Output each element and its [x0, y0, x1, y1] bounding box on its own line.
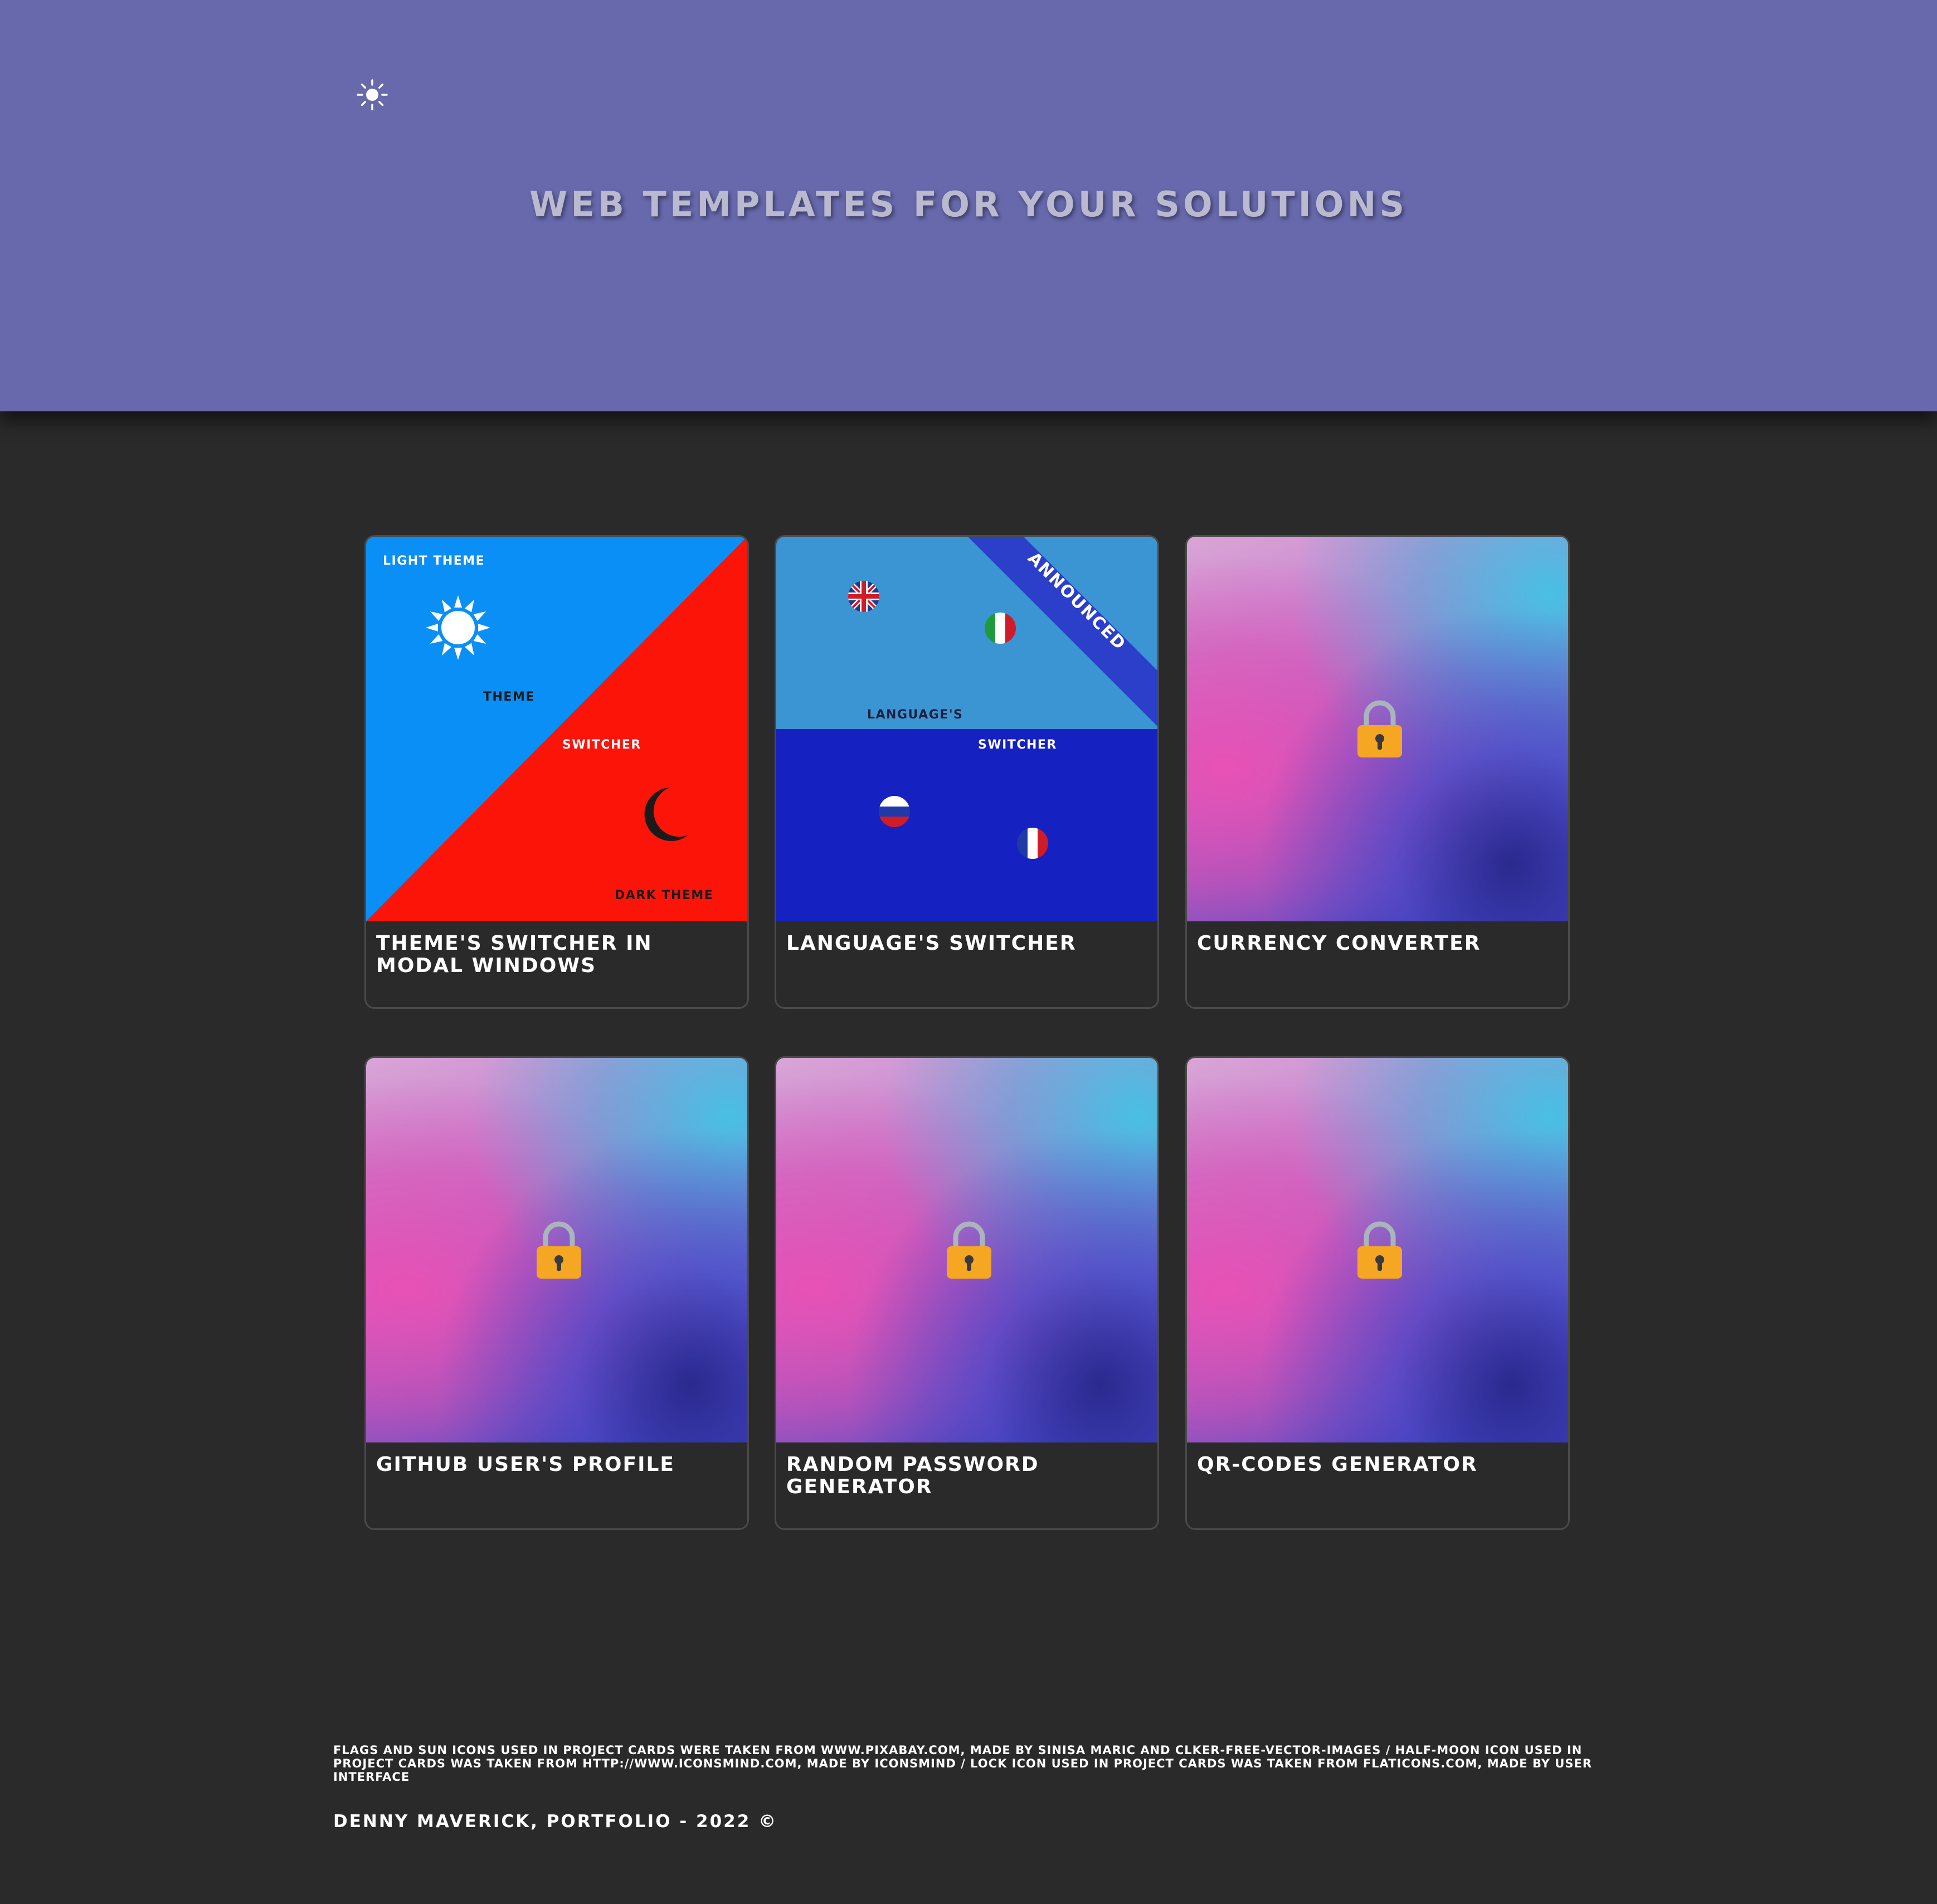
sun-icon[interactable] — [356, 78, 389, 111]
card-image[interactable] — [1187, 1058, 1568, 1442]
dark-theme-label: DARK THEME — [615, 888, 713, 902]
lock-icon — [1357, 700, 1402, 757]
card-title: RANDOM PASSWORD GENERATOR — [786, 1453, 1039, 1498]
italy-flag-icon — [985, 613, 1016, 644]
locked-cover — [776, 1058, 1157, 1442]
project-card-currency-converter[interactable]: CURRENCY CONVERTER — [1185, 535, 1570, 1009]
card-image[interactable]: LIGHT THEME THEME SWITCHER DARK THEME — [366, 537, 747, 921]
lock-icon — [947, 1221, 991, 1279]
russia-flag-icon — [879, 796, 910, 827]
switcher-label: SWITCHER — [978, 738, 1057, 752]
languages-label: LANGUAGE'S — [867, 708, 963, 722]
copyright-text: DENNY MAVERICK, PORTFOLIO - 2022 © — [333, 1811, 778, 1832]
locked-cover — [1187, 1058, 1568, 1442]
france-flag-icon — [1017, 828, 1048, 859]
light-theme-label: LIGHT THEME — [383, 554, 485, 568]
project-card-github-profile[interactable]: GITHUB USER'S PROFILE — [364, 1056, 749, 1530]
lock-icon — [1357, 1221, 1402, 1279]
card-image[interactable]: ANNOUNCED LANGUAGE'S SWITCHER — [776, 537, 1157, 921]
card-title: CURRENCY CONVERTER — [1197, 932, 1481, 955]
credits-text: FLAGS AND SUN ICONS USED IN PROJECT CARD… — [333, 1743, 1593, 1784]
locked-cover — [1187, 537, 1568, 921]
theme-toggle-button[interactable] — [356, 78, 389, 111]
card-image[interactable] — [366, 1058, 747, 1442]
card-image[interactable] — [1187, 537, 1568, 921]
card-title: QR-CODES GENERATOR — [1197, 1453, 1478, 1476]
card-image[interactable] — [776, 1058, 1157, 1442]
page-header: WEB TEMPLATES FOR YOUR SOLUTIONS — [0, 0, 1937, 411]
theme-label: THEME — [483, 690, 535, 704]
project-card-password-generator[interactable]: RANDOM PASSWORD GENERATOR — [775, 1056, 1159, 1530]
locked-cover — [366, 1058, 747, 1442]
switcher-label: SWITCHER — [562, 738, 641, 752]
project-card-language-switcher[interactable]: ANNOUNCED LANGUAGE'S SWITCHER LANGUAGE'S… — [775, 535, 1159, 1009]
card-title: GITHUB USER'S PROFILE — [376, 1453, 675, 1476]
page-title: WEB TEMPLATES FOR YOUR SOLUTIONS — [529, 184, 1408, 225]
card-title: LANGUAGE'S SWITCHER — [786, 932, 1077, 955]
project-card-qr-generator[interactable]: QR-CODES GENERATOR — [1185, 1056, 1570, 1530]
project-card-theme-switcher[interactable]: LIGHT THEME THEME SWITCHER DARK THEME TH… — [364, 535, 749, 1009]
lock-icon — [537, 1221, 581, 1279]
card-title: THEME'S SWITCHER IN MODAL WINDOWS — [376, 932, 653, 977]
